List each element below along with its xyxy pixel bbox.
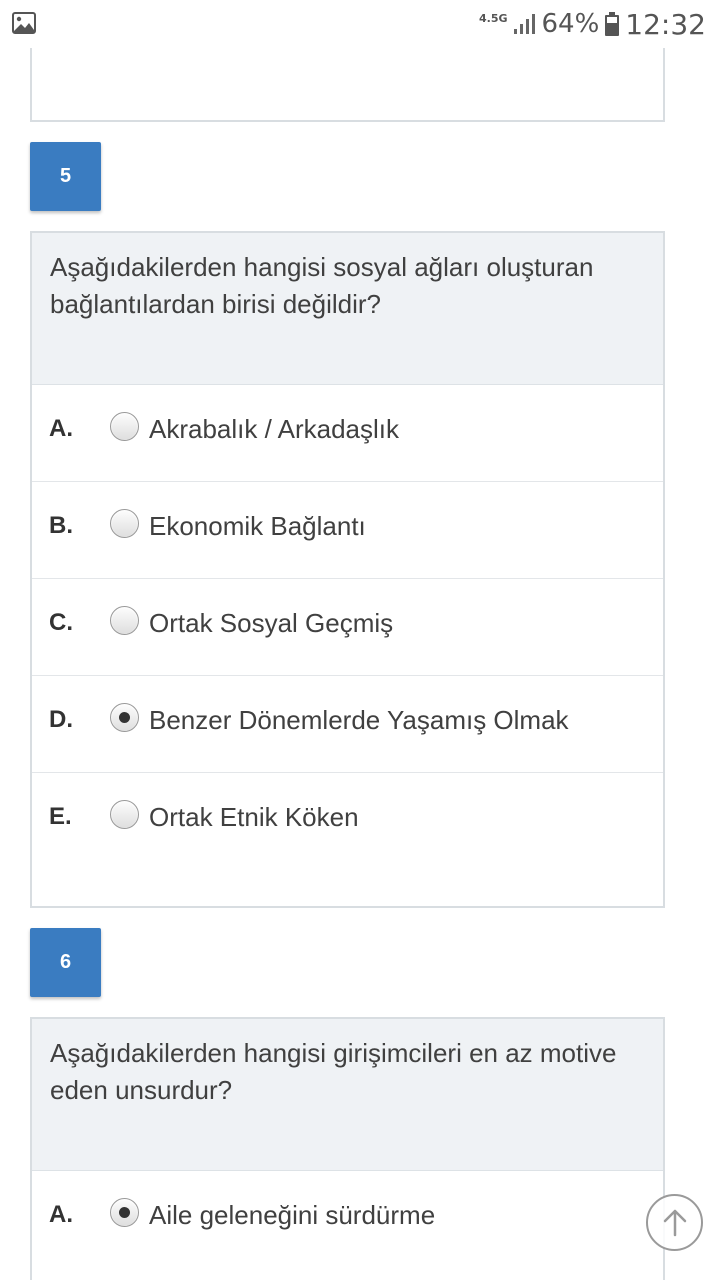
question-number-badge: 6 — [30, 928, 101, 997]
scroll-to-top-button[interactable] — [646, 1194, 703, 1251]
question-card: Aşağıdakilerden hangisi sosyal ağları ol… — [30, 231, 665, 908]
radio-button[interactable] — [110, 800, 139, 829]
arrow-up-icon — [663, 1209, 686, 1236]
question-text: Aşağıdakilerden hangisi girişimcileri en… — [50, 1038, 617, 1105]
signal-icon — [513, 14, 535, 34]
radio-button[interactable] — [110, 412, 139, 441]
option-text: Aile geleneğini sürdürme — [149, 1200, 436, 1230]
option-text: Ortak Etnik Köken — [149, 802, 359, 832]
option-row[interactable]: A. Akrabalık / Arkadaşlık — [32, 385, 663, 482]
question-card: Aşağıdakilerden hangisi girişimcileri en… — [30, 1017, 665, 1280]
option-text: Benzer Dönemlerde Yaşamış Olmak — [149, 705, 569, 735]
option-letter: C. — [49, 609, 73, 636]
question-text: Aşağıdakilerden hangisi sosyal ağları ol… — [50, 252, 594, 319]
option-row[interactable]: C. Ortak Sosyal Geçmiş — [32, 579, 663, 676]
option-text: Ekonomik Bağlantı — [149, 511, 366, 541]
option-letter: A. — [49, 415, 73, 442]
battery-percent: 64% — [541, 9, 600, 39]
option-letter: B. — [49, 512, 73, 539]
option-letter: D. — [49, 706, 73, 733]
previous-question-card — [30, 48, 665, 122]
option-row[interactable]: A. Aile geleneğini sürdürme — [32, 1171, 663, 1268]
gallery-icon — [12, 12, 36, 34]
option-letter: E. — [49, 803, 72, 830]
option-row[interactable]: D. Benzer Dönemlerde Yaşamış Olmak — [32, 676, 663, 773]
option-row[interactable]: B. Ekonomik Bağlantı — [32, 482, 663, 579]
question-header: Aşağıdakilerden hangisi sosyal ağları ol… — [32, 233, 663, 385]
radio-button-selected[interactable] — [110, 1198, 139, 1227]
status-bar: 4.5G 64% 12:32 — [0, 0, 720, 48]
radio-button[interactable] — [110, 606, 139, 635]
clock: 12:32 — [625, 7, 706, 41]
network-type: 4.5G — [478, 11, 508, 25]
option-row[interactable]: E. Ortak Etnik Köken — [32, 773, 663, 909]
option-text: Akrabalık / Arkadaşlık — [149, 414, 399, 444]
radio-button-selected[interactable] — [110, 703, 139, 732]
radio-button[interactable] — [110, 509, 139, 538]
question-number-badge: 5 — [30, 142, 101, 211]
option-text: Ortak Sosyal Geçmiş — [149, 608, 394, 638]
question-header: Aşağıdakilerden hangisi girişimcileri en… — [32, 1019, 663, 1171]
battery-icon — [605, 12, 620, 36]
option-letter: A. — [49, 1201, 73, 1228]
